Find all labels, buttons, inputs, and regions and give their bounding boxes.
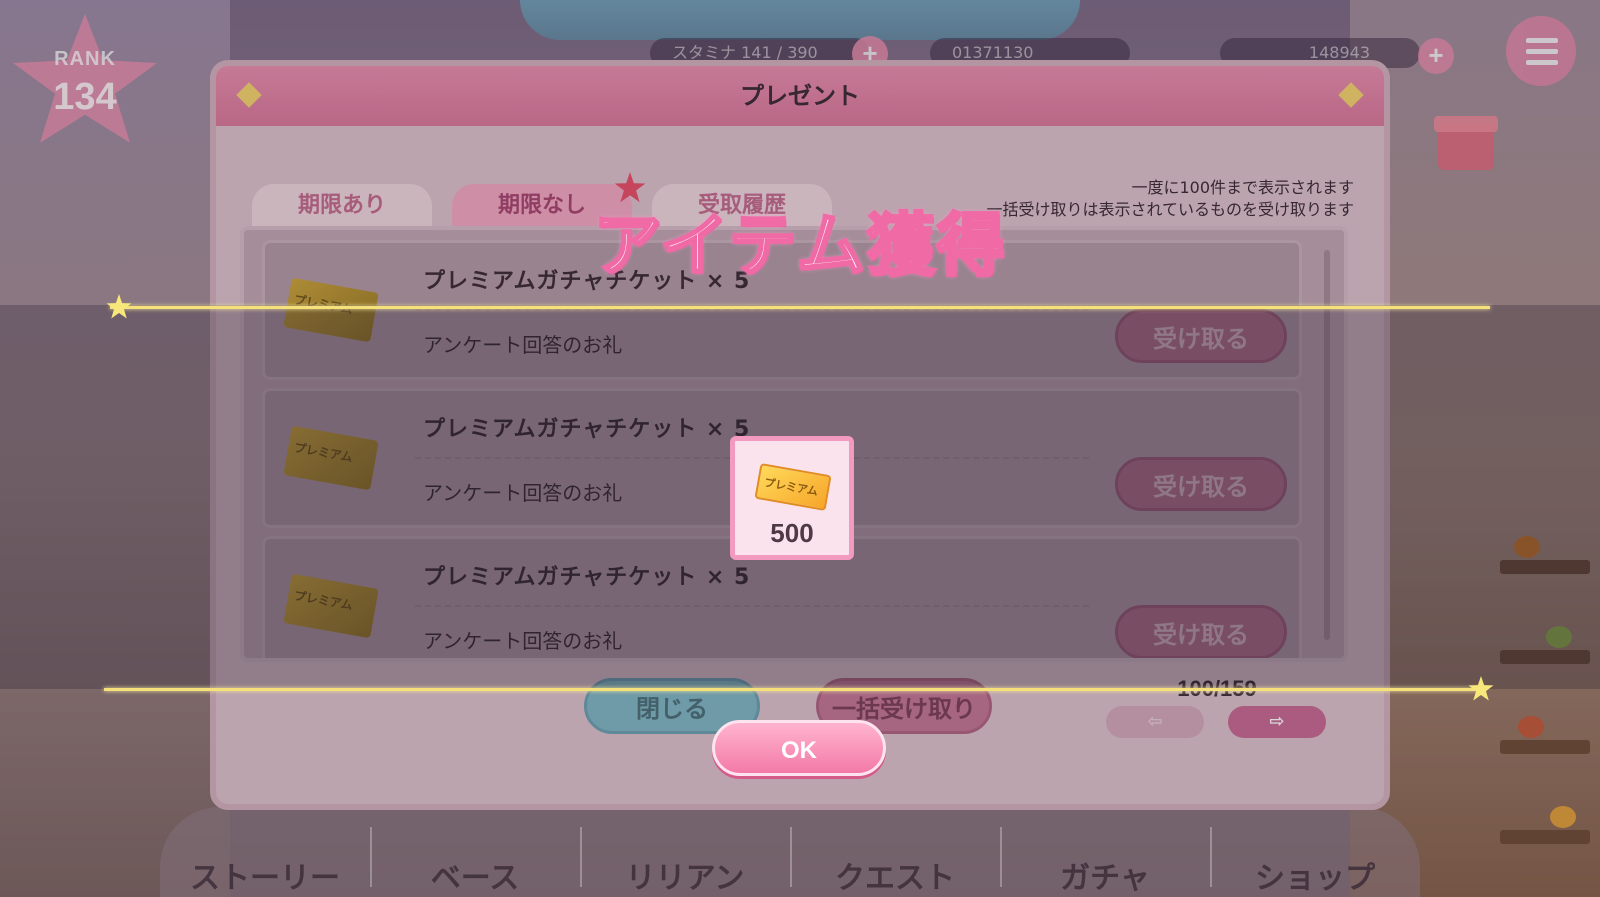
reward-count: 500	[770, 518, 814, 548]
reward-item-card: プレミアム 500	[730, 436, 854, 560]
item-obtained-title: アイテム獲得	[592, 206, 1007, 288]
ok-button[interactable]: OK	[712, 720, 886, 776]
ticket-icon-text: プレミアム	[763, 476, 819, 499]
premium-ticket-icon: プレミアム	[754, 463, 832, 511]
gold-divider-top	[110, 306, 1490, 309]
gold-divider-bottom	[104, 688, 1484, 691]
